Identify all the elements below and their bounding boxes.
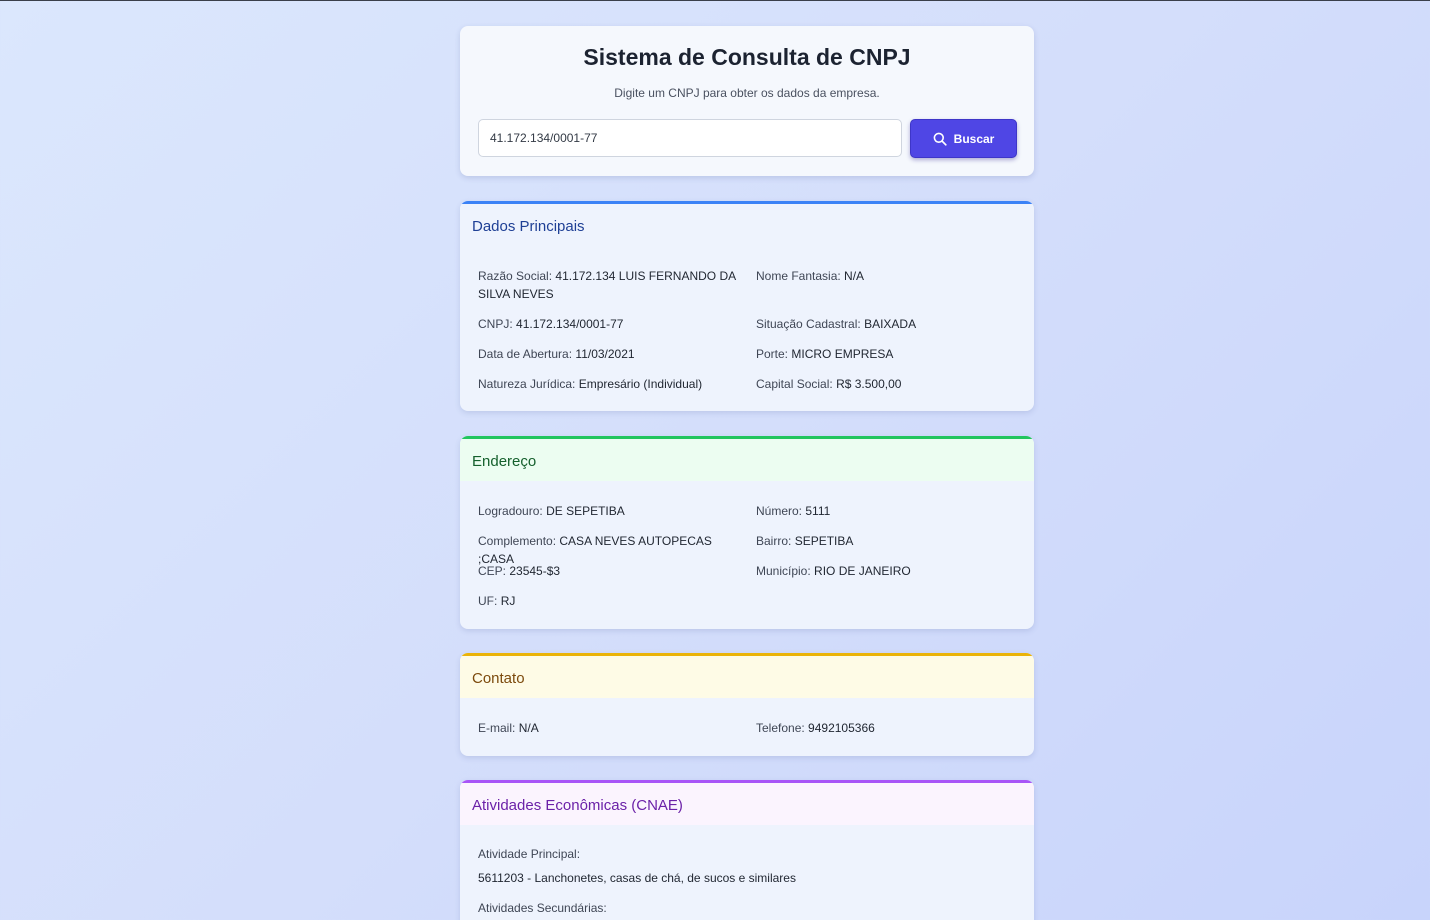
nome-fantasia-label: Nome Fantasia: [756,269,841,283]
natureza-juridica-field: Natureza Jurídica: Empresário (Individua… [478,375,740,393]
dados-principais-section: Dados Principais Razão Social: 41.172.13… [460,201,1034,411]
search-button[interactable]: Buscar [910,119,1017,158]
nome-fantasia-value: N/A [844,269,865,283]
cnpj-label: CNPJ: [478,317,513,331]
data-abertura-label: Data de Abertura: [478,347,573,361]
contato-section: Contato E-mail: N/A Telefone: 9492105366 [460,653,1034,756]
nome-fantasia-field: Nome Fantasia: N/A [756,267,1018,285]
cep-label: CEP: [478,564,507,578]
natureza-juridica-value: Empresário (Individual) [578,377,703,391]
bairro-field: Bairro: SEPETIBA [756,532,1018,550]
situacao-cadastral-field: Situação Cadastral: BAIXADA [756,315,1018,333]
numero-field: Número: 5111 [756,502,1018,520]
capital-social-label: Capital Social: [756,377,833,391]
cnpj-input[interactable] [478,119,902,157]
logradouro-label: Logradouro: [478,504,543,518]
situacao-cadastral-value: BAIXADA [864,317,917,331]
email-field: E-mail: N/A [478,719,740,737]
uf-label: UF: [478,594,498,608]
telefone-value: 9492105366 [808,721,875,735]
capital-social-value: R$ 3.500,00 [836,377,902,391]
cnpj-field: CNPJ: 41.172.134/0001-77 [478,315,740,333]
numero-value: 5111 [805,504,831,518]
uf-field: UF: RJ [478,592,740,610]
bairro-value: SEPETIBA [794,534,854,548]
logradouro-field: Logradouro: DE SEPETIBA [478,502,740,520]
porte-value: MICRO EMPRESA [791,347,894,361]
cnae-heading: Atividades Econômicas (CNAE) [460,780,1034,825]
complemento-label: Complemento: [478,534,557,548]
situacao-cadastral-label: Situação Cadastral: [756,317,861,331]
data-abertura-value: 11/03/2021 [575,347,635,361]
municipio-label: Município: [756,564,811,578]
endereco-section: Endereço Logradouro: DE SEPETIBA Número:… [460,436,1034,629]
municipio-value: RIO DE JANEIRO [814,564,911,578]
logradouro-value: DE SEPETIBA [546,504,625,518]
telefone-label: Telefone: [756,721,805,735]
atividades-secundarias-label: Atividades Secundárias: [478,901,607,915]
page-container: Sistema de Consulta de CNPJ Digite um CN… [460,26,1034,920]
cnae-section: Atividades Econômicas (CNAE) Atividade P… [460,780,1034,920]
dados-principais-heading: Dados Principais [460,201,1034,246]
porte-label: Porte: [756,347,789,361]
data-abertura-field: Data de Abertura: 11/03/2021 [478,345,740,363]
atividade-principal-label: Atividade Principal: [478,847,581,861]
email-value: N/A [518,721,539,735]
endereco-heading: Endereço [460,436,1034,481]
razao-social-label: Razão Social: [478,269,553,283]
contato-heading: Contato [460,653,1034,698]
capital-social-field: Capital Social: R$ 3.500,00 [756,375,1018,393]
municipio-field: Município: RIO DE JANEIRO [756,562,1018,580]
numero-label: Número: [756,504,803,518]
porte-field: Porte: MICRO EMPRESA [756,345,1018,363]
cnpj-value: 41.172.134/0001-77 [516,317,624,331]
bairro-label: Bairro: [756,534,792,548]
cep-value: 23545-$3 [509,564,561,578]
atividade-principal-value: 5611203 - Lanchonetes, casas de chá, de … [478,871,796,885]
search-icon [933,132,947,146]
page-subtitle: Digite um CNPJ para obter os dados da em… [614,86,880,100]
natureza-juridica-label: Natureza Jurídica: [478,377,576,391]
page-title: Sistema de Consulta de CNPJ [583,44,911,70]
razao-social-field: Razão Social: 41.172.134 LUIS FERNANDO D… [478,267,740,303]
search-button-label: Buscar [953,131,995,146]
cep-field: CEP: 23545-$3 [478,562,740,580]
telefone-field: Telefone: 9492105366 [756,719,1018,737]
search-card: Sistema de Consulta de CNPJ Digite um CN… [460,26,1034,176]
email-label: E-mail: [478,721,516,735]
uf-value: RJ [500,594,516,608]
